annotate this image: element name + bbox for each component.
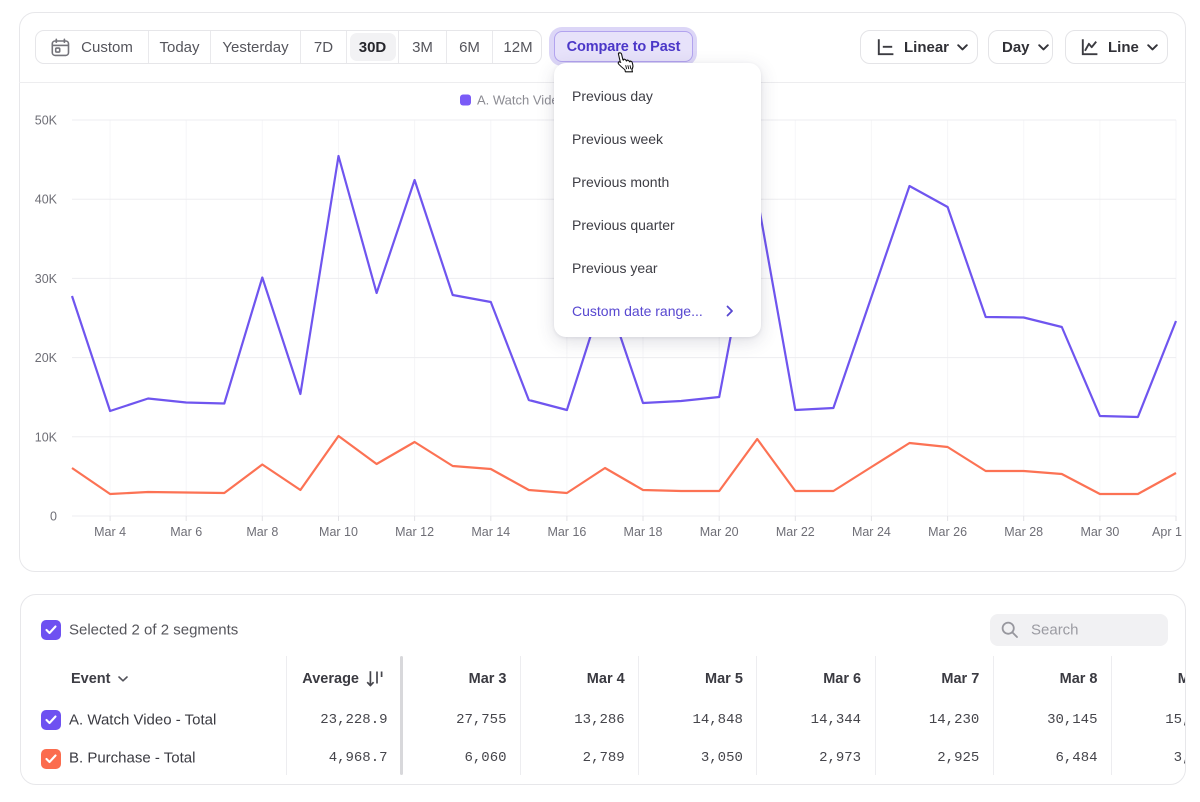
- svg-text:10K: 10K: [35, 430, 58, 444]
- svg-text:Mar 22: Mar 22: [776, 525, 815, 539]
- svg-text:30K: 30K: [35, 272, 58, 286]
- svg-text:Mar 20: Mar 20: [700, 525, 739, 539]
- svg-text:Mar 30: Mar 30: [1080, 525, 1119, 539]
- svg-text:Mar 16: Mar 16: [547, 525, 586, 539]
- svg-text:Mar 12: Mar 12: [395, 525, 434, 539]
- svg-text:Mar 18: Mar 18: [624, 525, 663, 539]
- svg-text:50K: 50K: [35, 114, 58, 128]
- svg-text:Mar 6: Mar 6: [170, 525, 202, 539]
- svg-text:20K: 20K: [35, 351, 58, 365]
- svg-text:Mar 4: Mar 4: [94, 525, 126, 539]
- svg-text:Mar 8: Mar 8: [246, 525, 278, 539]
- svg-text:Apr 1: Apr 1: [1152, 525, 1182, 539]
- svg-text:Mar 10: Mar 10: [319, 525, 358, 539]
- svg-text:Mar 28: Mar 28: [1004, 525, 1043, 539]
- svg-text:40K: 40K: [35, 193, 58, 207]
- svg-text:Mar 24: Mar 24: [852, 525, 891, 539]
- svg-text:Mar 14: Mar 14: [471, 525, 510, 539]
- svg-text:0: 0: [50, 510, 57, 524]
- svg-text:Mar 26: Mar 26: [928, 525, 967, 539]
